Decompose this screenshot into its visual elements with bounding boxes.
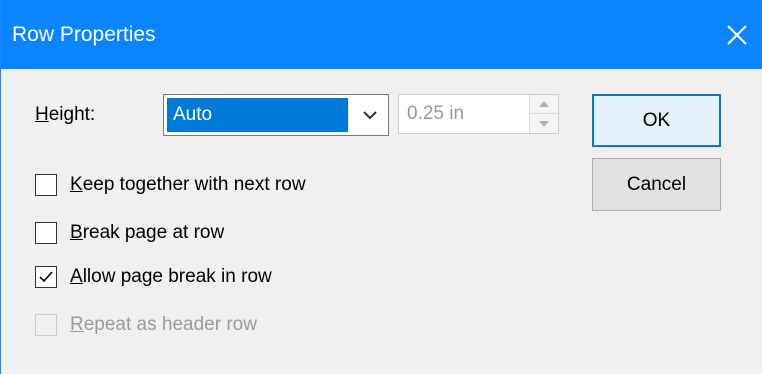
spin-down-button[interactable] — [530, 114, 558, 133]
height-spin-value: 0.25 in — [407, 103, 465, 124]
checkbox-label: Repeat as header row — [70, 313, 257, 337]
height-select[interactable]: Auto — [163, 94, 389, 136]
chevron-down-icon — [363, 111, 377, 120]
height-select-value: Auto — [167, 98, 348, 132]
checkmark-icon — [39, 271, 53, 283]
arrow-down-icon — [539, 120, 549, 127]
title-bar: Row Properties — [1, 0, 762, 69]
checkbox-label-accel: B — [70, 222, 83, 243]
close-button[interactable] — [722, 20, 752, 50]
checkbox-label: Keep together with next row — [70, 173, 306, 197]
close-icon — [727, 25, 747, 45]
spin-up-button[interactable] — [530, 95, 558, 114]
checkbox-label-rest: reak page at row — [82, 222, 225, 243]
checkbox-box — [35, 222, 57, 244]
checkbox-box — [35, 266, 57, 288]
checkbox-box — [35, 174, 57, 196]
arrow-up-icon — [539, 101, 549, 107]
checkbox-label-rest: llow page break in row — [82, 266, 272, 287]
checkbox-box — [35, 314, 57, 336]
ok-button[interactable]: OK — [592, 94, 721, 147]
window-title: Row Properties — [12, 23, 156, 46]
cancel-button[interactable]: Cancel — [592, 158, 721, 211]
checkbox-label: Allow page break in row — [70, 265, 272, 289]
checkbox-label-accel: K — [70, 174, 83, 195]
height-label: Height: — [35, 104, 95, 126]
checkbox-label-accel: A — [70, 266, 83, 287]
checkbox-label-rest: epeat as header row — [83, 314, 257, 335]
height-spin-input[interactable]: 0.25 in — [398, 94, 559, 134]
height-label-rest: eight: — [48, 104, 96, 125]
height-label-accel: H — [35, 104, 49, 125]
checkbox-label-rest: eep together with next row — [82, 174, 306, 195]
spin-buttons — [529, 95, 558, 133]
row-properties-dialog: Row Properties Height: Auto 0.25 in OK C… — [0, 0, 762, 374]
checkbox-label: Break page at row — [70, 221, 224, 245]
checkbox-label-accel: R — [70, 314, 84, 335]
